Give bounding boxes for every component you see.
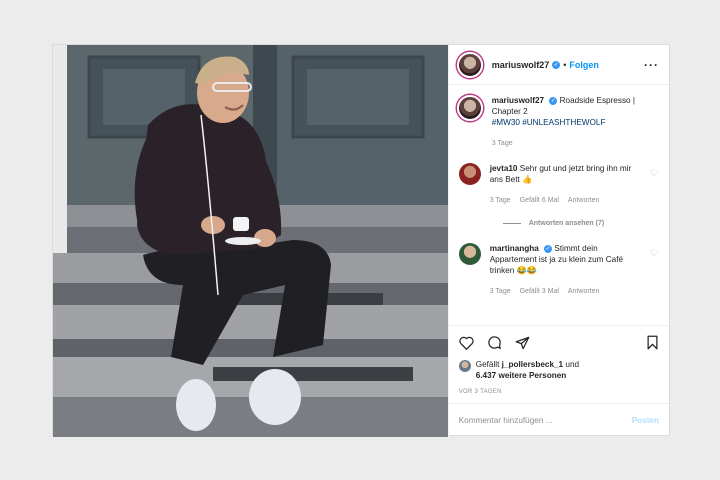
- post-photo[interactable]: [53, 45, 448, 437]
- caption-age[interactable]: 3 Tage: [492, 138, 513, 149]
- add-comment-bar: Kommentar hinzufügen ... Posten: [448, 403, 669, 437]
- comment-row: jevta10 Sehr gut und jetzt bring ihn mir…: [457, 163, 659, 206]
- caption-row: mariuswolf27 ✓ Roadside Espresso | Chapt…: [456, 95, 659, 149]
- view-replies-label[interactable]: Antworten ansehen (7): [529, 220, 604, 227]
- photo-illustration: [53, 45, 448, 437]
- instagram-post: mariuswolf27 ✓ • Folgen ··· mariuswolf27…: [52, 44, 670, 437]
- share-icon[interactable]: [515, 336, 530, 350]
- likes-summary: Gefällt j_pollersbeck_1 und 6.437 weiter…: [449, 359, 669, 381]
- post-side-panel: mariuswolf27 ✓ • Folgen ··· mariuswolf27…: [447, 45, 669, 437]
- comment-body: jevta10 Sehr gut und jetzt bring ihn mir…: [490, 163, 646, 206]
- follow-button[interactable]: Folgen: [569, 60, 599, 70]
- comment-reply-button[interactable]: Antworten: [568, 286, 600, 297]
- author-avatar[interactable]: [456, 51, 483, 78]
- comment-heart-icon[interactable]: ♡: [650, 249, 659, 258]
- action-bar: [448, 325, 669, 359]
- comment-likes[interactable]: Gefällt 6 Mal: [520, 195, 559, 206]
- comment-username[interactable]: martinangha: [490, 244, 539, 253]
- comment-age[interactable]: 3 Tage: [490, 286, 511, 297]
- verified-icon: ✓: [549, 96, 558, 105]
- comment-row: martinangha ✓ Stimmt dein Appartement is…: [457, 243, 659, 297]
- separator-dot: •: [563, 59, 567, 70]
- comment-body: martinangha ✓ Stimmt dein Appartement is…: [490, 243, 646, 297]
- view-replies[interactable]: Antworten ansehen (7): [502, 220, 659, 227]
- comment-meta: 3 Tage Gefällt 3 Mal Antworten: [490, 286, 646, 297]
- caption-body: mariuswolf27 ✓ Roadside Espresso | Chapt…: [492, 95, 659, 149]
- caption-avatar[interactable]: [456, 95, 483, 121]
- more-options-icon[interactable]: ···: [644, 58, 659, 72]
- comments-list: mariuswolf27 ✓ Roadside Espresso | Chapt…: [449, 85, 669, 325]
- author-username[interactable]: mariuswolf27: [492, 60, 550, 70]
- comment-avatar[interactable]: [458, 163, 481, 185]
- comment-likes[interactable]: Gefällt 3 Mal: [520, 286, 559, 297]
- post-header: mariuswolf27 ✓ • Folgen ···: [448, 45, 669, 85]
- caption-meta: 3 Tage: [492, 138, 659, 149]
- caption-hashtags[interactable]: #MW30 #UNLEASHTHEWOLF: [492, 118, 606, 127]
- comment-input[interactable]: Kommentar hinzufügen ...: [459, 416, 553, 425]
- likes-joiner: und: [565, 360, 580, 369]
- likes-text: Gefällt j_pollersbeck_1 und 6.437 weiter…: [476, 359, 579, 381]
- liker-avatar[interactable]: [458, 360, 471, 372]
- comment-reply-button[interactable]: Antworten: [568, 195, 600, 206]
- post-comment-button[interactable]: Posten: [632, 416, 659, 425]
- post-time-ago[interactable]: VOR 3 TAGEN: [449, 381, 669, 395]
- comment-avatar[interactable]: [458, 243, 481, 265]
- likes-others[interactable]: 6.437 weitere Personen: [476, 371, 567, 380]
- comment-age[interactable]: 3 Tage: [490, 195, 511, 206]
- comment-meta: 3 Tage Gefällt 6 Mal Antworten: [490, 195, 646, 206]
- replies-line: [502, 223, 521, 224]
- liker-username[interactable]: j_pollersbeck_1: [502, 360, 563, 369]
- comment-username[interactable]: jevta10: [490, 164, 518, 173]
- comment-icon[interactable]: [487, 335, 502, 350]
- verified-icon: ✓: [552, 60, 561, 69]
- bookmark-icon[interactable]: [646, 335, 659, 350]
- heart-icon[interactable]: [459, 336, 474, 350]
- comment-heart-icon[interactable]: ♡: [650, 169, 659, 178]
- verified-icon: ✓: [544, 244, 553, 253]
- likes-prefix: Gefällt: [475, 360, 500, 369]
- caption-username[interactable]: mariuswolf27: [492, 96, 544, 105]
